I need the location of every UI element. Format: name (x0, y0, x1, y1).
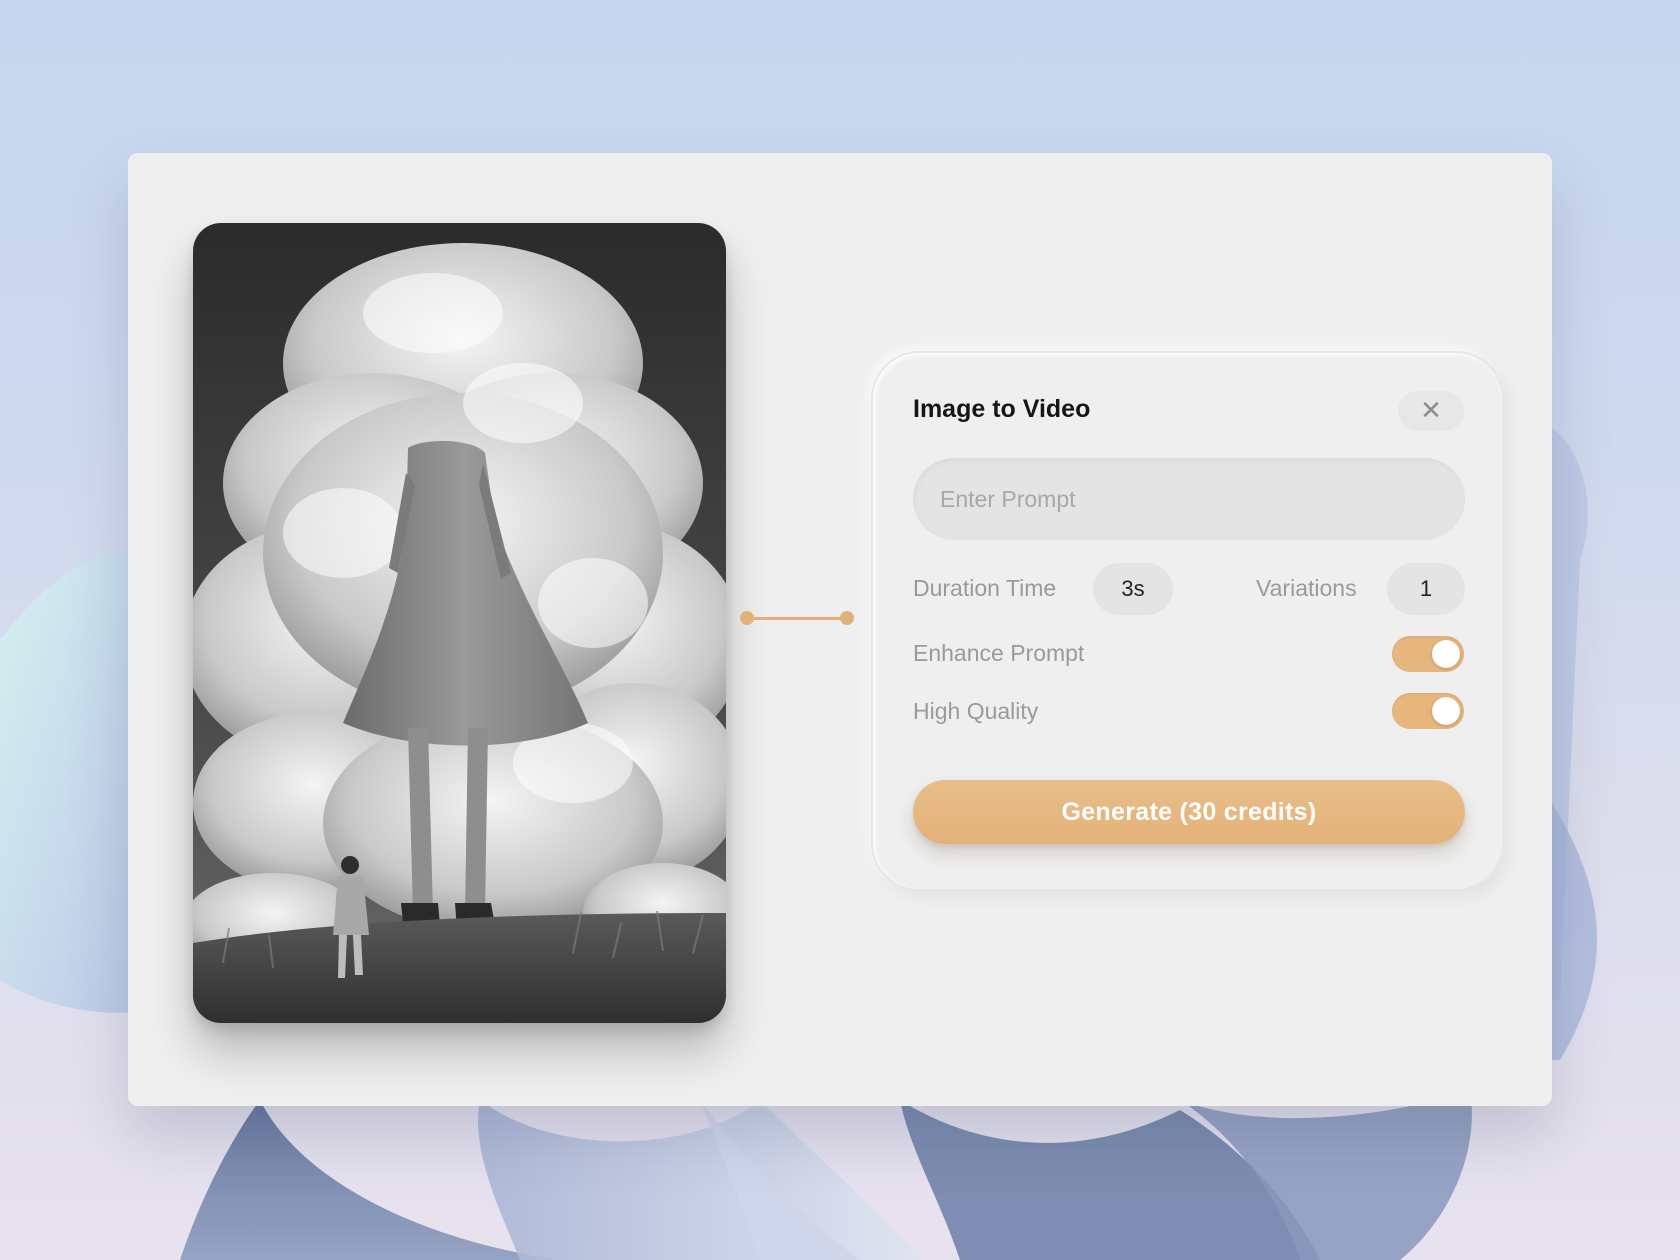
enhance-prompt-toggle[interactable] (1392, 636, 1464, 672)
duration-selector[interactable]: 3s (1093, 563, 1173, 615)
connector-handle-right[interactable] (840, 611, 854, 625)
variations-selector[interactable]: 1 (1387, 563, 1465, 615)
image-to-video-panel: Image to Video ✕ Duration Time 3s Variat… (873, 353, 1502, 889)
prompt-input[interactable] (913, 458, 1465, 540)
connector-handle-left[interactable] (740, 611, 754, 625)
node-connector (740, 608, 854, 628)
duration-label: Duration Time (913, 575, 1057, 601)
toggle-knob (1432, 640, 1460, 668)
panel-title: Image to Video (913, 395, 1091, 423)
enhance-prompt-label: Enhance Prompt (913, 640, 1085, 666)
close-icon: ✕ (1420, 396, 1442, 426)
toggle-knob (1432, 697, 1460, 725)
high-quality-label: High Quality (913, 698, 1039, 724)
generate-button[interactable]: Generate (30 credits) (913, 780, 1465, 844)
high-quality-toggle[interactable] (1392, 693, 1464, 729)
source-image[interactable] (193, 223, 726, 1023)
source-photo-illustration (193, 223, 726, 1023)
app-window: Image to Video ✕ Duration Time 3s Variat… (128, 153, 1552, 1106)
variations-label: Variations (1256, 575, 1357, 601)
connector-line (748, 617, 846, 620)
close-button[interactable]: ✕ (1398, 391, 1464, 431)
